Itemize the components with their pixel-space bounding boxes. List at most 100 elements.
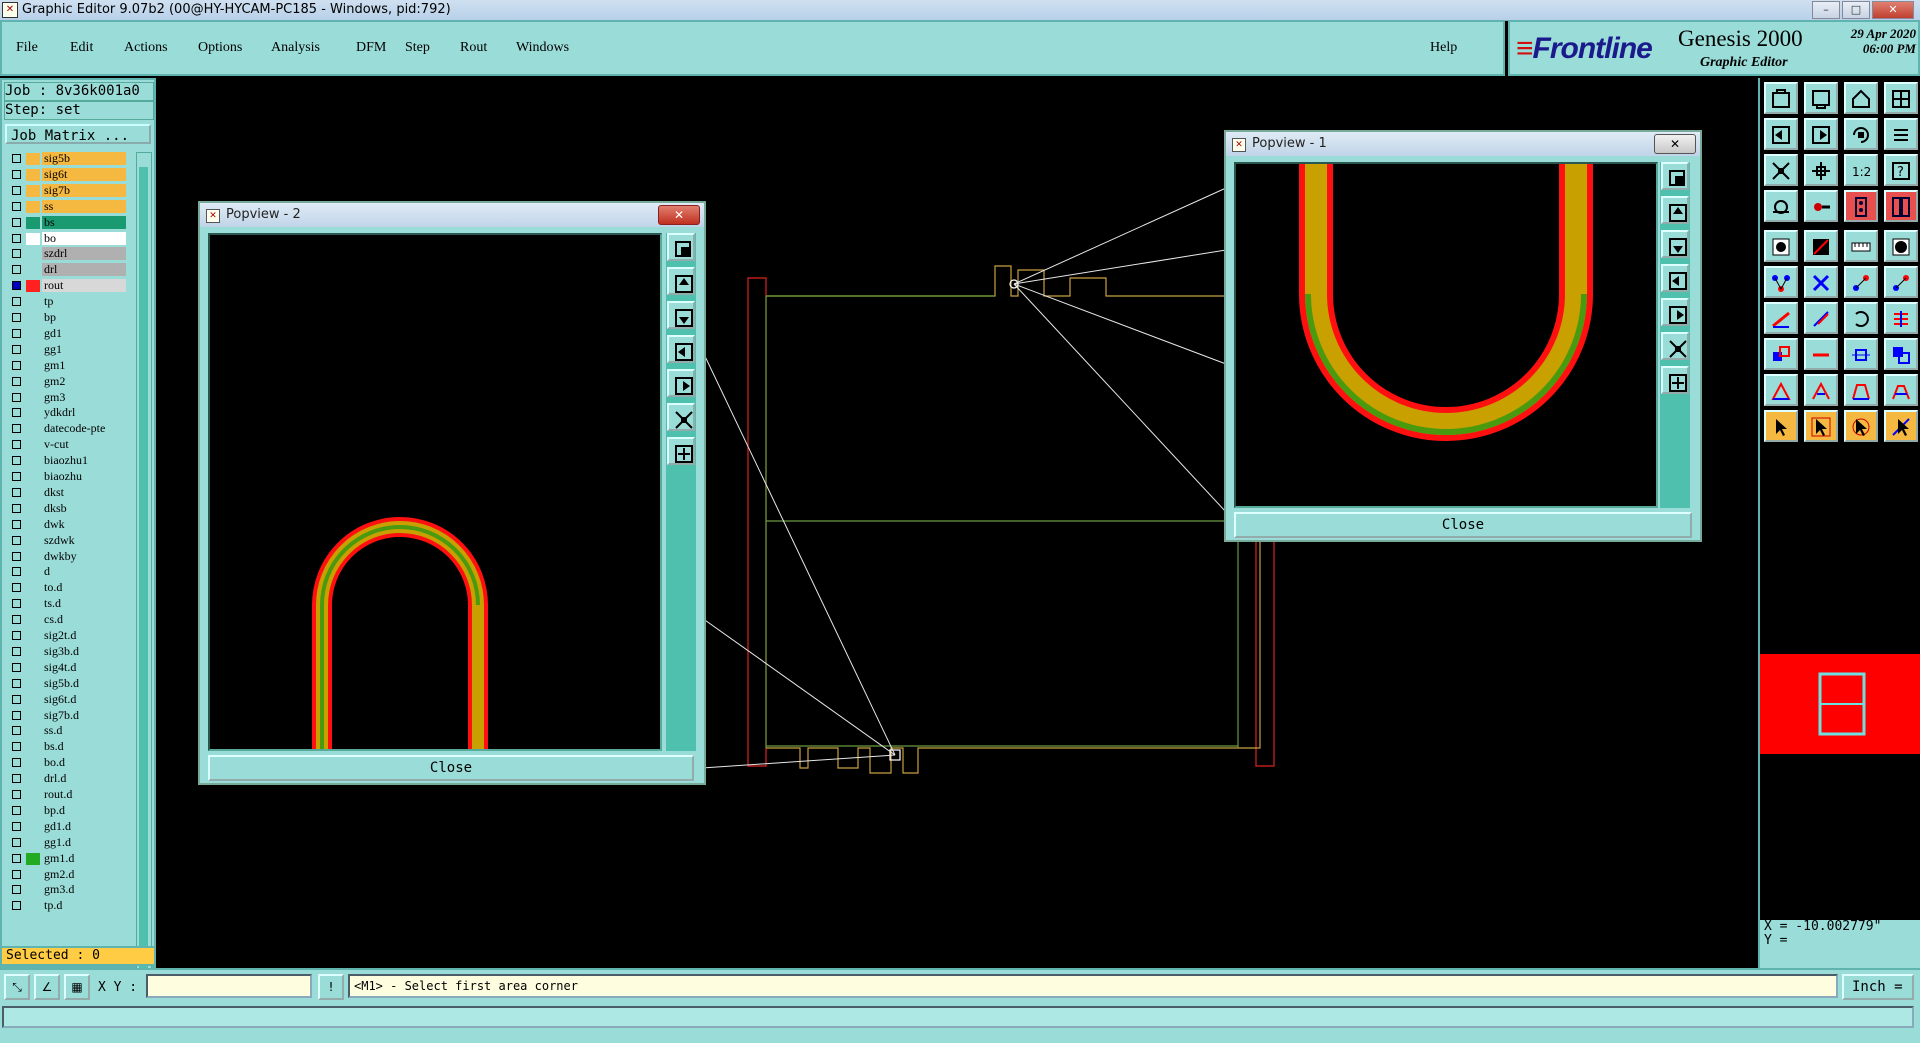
pan-down-icon[interactable] [667,301,695,329]
layer-checkbox[interactable] [12,583,21,593]
layer-name[interactable]: biaozhu [42,470,126,483]
layer-color-swatch[interactable] [26,550,40,563]
popview-2-canvas[interactable] [208,233,662,751]
grid-mode-icon[interactable]: ▦ [64,974,90,1000]
layer-row[interactable]: v-cut [6,438,126,452]
layer-name[interactable]: gm1.d [42,851,126,865]
overview-minimap[interactable] [1760,654,1920,754]
layer-row[interactable]: biaozhu [6,470,126,484]
layer-checkbox[interactable] [12,694,21,704]
layer-row[interactable]: tp.d [6,899,126,913]
layer-checkbox[interactable] [12,678,21,688]
layer-checkbox[interactable] [12,328,21,338]
layer-checkbox[interactable] [12,201,21,211]
layer-row[interactable]: gm1.d [6,851,126,866]
layer-checkbox[interactable] [12,487,21,497]
layer-name[interactable]: gm1 [42,358,126,372]
layer-row[interactable]: dwkby [6,549,126,564]
layer-row[interactable]: gg1.d [6,835,126,850]
layer-name[interactable]: szdrl [42,247,126,261]
layer-checkbox[interactable] [12,169,21,179]
layer-name[interactable]: tp.d [42,899,126,913]
layer-color-swatch[interactable] [26,804,40,817]
layer-row[interactable]: biaozhu1 [6,454,126,468]
layer-name[interactable]: gg1 [42,342,126,356]
layer-row[interactable]: sig4t.d [6,660,126,675]
ruler-icon[interactable] [1844,230,1878,262]
layer-name[interactable]: bp.d [42,803,126,817]
layer-row[interactable]: gm2 [6,374,126,389]
layer-name[interactable]: to.d [42,581,126,595]
layer-row[interactable]: rout.d [6,788,126,802]
layer-checkbox[interactable] [12,456,21,466]
triangle-icon[interactable] [1764,374,1798,406]
zoom-out-icon[interactable] [1661,366,1689,394]
mirror-icon[interactable] [1884,118,1918,150]
fit-icon[interactable] [1661,162,1689,190]
layer-checkbox[interactable] [12,615,21,625]
layer-color-swatch[interactable] [26,407,40,420]
layer-color-swatch[interactable] [26,518,40,531]
pan-left-icon[interactable] [1661,264,1689,292]
layer-name[interactable]: dwkby [42,549,126,563]
layer-checkbox[interactable] [12,821,21,831]
select-net-icon[interactable] [1884,410,1918,442]
layer-checkbox[interactable] [12,758,21,768]
layer-row[interactable]: bp [6,311,126,325]
layer-row[interactable]: bs.d [6,740,126,754]
layer-color-swatch[interactable] [26,598,40,611]
layer-color-swatch[interactable] [26,693,40,706]
node-link-icon[interactable] [1884,266,1918,298]
alert-icon[interactable]: ! [318,974,344,1000]
layer-row[interactable]: sig5b [6,152,126,166]
job-matrix-button[interactable]: Job Matrix ... [5,124,151,144]
layer-checkbox[interactable] [12,408,21,418]
layer-color-swatch[interactable] [26,248,40,261]
layer-name[interactable]: dksb [42,501,126,515]
layer-checkbox[interactable] [12,440,21,450]
highlight-icon[interactable] [1844,190,1878,222]
layer-row[interactable]: szdrl [6,247,126,261]
layer-color-swatch[interactable] [26,566,40,579]
layer-checkbox[interactable] [12,344,21,354]
layer-checkbox[interactable] [12,662,21,672]
layer-checkbox[interactable] [12,265,21,275]
layer-checkbox[interactable] [12,392,21,402]
layer-row[interactable]: szdwk [6,533,126,548]
layer-row[interactable]: sig6t [6,167,126,182]
layer-row[interactable]: drl.d [6,772,126,786]
layer-name[interactable]: sig6t.d [42,692,126,706]
layer-row[interactable]: ts.d [6,597,126,611]
layer-checkbox[interactable] [12,217,21,227]
layer-checkbox[interactable] [12,599,21,609]
layer-name[interactable]: cs.d [42,613,126,627]
layer-color-swatch[interactable] [26,232,40,245]
triangle-outline-icon[interactable] [1804,374,1838,406]
layer-name[interactable]: sig5b [42,152,126,165]
layer-checkbox[interactable] [12,869,21,879]
layer-checkbox[interactable] [12,185,21,195]
layer-checkbox[interactable] [12,233,21,243]
layer-name[interactable]: gm3 [42,390,126,404]
popview-1-close-button[interactable]: Close [1234,512,1692,538]
layer-name[interactable]: biaozhu1 [42,454,126,468]
layer-color-swatch[interactable] [26,614,40,627]
layer-color-swatch[interactable] [26,741,40,754]
layer-name[interactable]: v-cut [42,438,126,452]
menu-analysis[interactable]: Analysis [271,40,320,56]
layer-color-swatch[interactable] [26,725,40,738]
zoom-out-icon[interactable] [667,437,695,465]
layer-row[interactable]: drl [6,263,126,277]
popview-1-titlebar[interactable]: ✕ Popview - 1 [1226,132,1700,156]
help-query-icon[interactable]: ? [1884,154,1918,186]
layer-checkbox[interactable] [12,853,21,863]
layer-row[interactable]: sig2t.d [6,629,126,643]
layer-checkbox[interactable] [12,742,21,752]
layer-color-swatch[interactable] [26,789,40,801]
layer-name[interactable]: szdwk [42,533,126,547]
menu-file[interactable]: File [16,40,38,56]
zoom-in-icon[interactable] [1661,332,1689,360]
menu-help[interactable]: Help [1430,40,1457,56]
layer-row[interactable]: dwk [6,517,126,532]
layer-color-swatch[interactable] [26,884,40,897]
